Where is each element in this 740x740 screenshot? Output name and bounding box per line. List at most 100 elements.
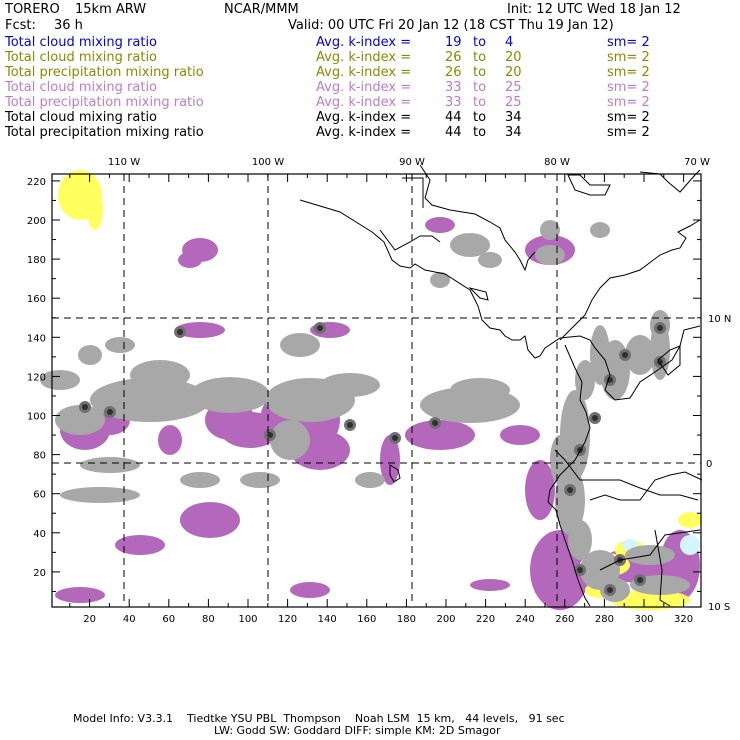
longitude-label: 100 W xyxy=(252,157,284,168)
legend-field: Total precipitation mixing ratio xyxy=(5,95,204,110)
legend-to-word: to xyxy=(473,110,487,125)
legend-to-word: to xyxy=(473,95,487,110)
weather-map: 20 40 60 80 100 120 140 160 180 200 220 240 260 280 30… xyxy=(27,157,731,625)
cloud-area-gray xyxy=(560,390,590,480)
y-tick-label: 120 xyxy=(27,372,46,383)
legend-to-word: to xyxy=(473,125,487,140)
legend-from: 44 xyxy=(445,110,462,125)
cloud-area-gray xyxy=(270,420,310,460)
legend-to: 20 xyxy=(505,50,522,65)
legend-avg-label: Avg. k-index = xyxy=(316,125,412,140)
legend-field: Total cloud mixing ratio xyxy=(5,80,158,95)
longitude-label: 70 W xyxy=(684,157,710,168)
y-tick-label: 60 xyxy=(33,490,46,501)
legend-to: 25 xyxy=(505,95,522,110)
legend-from: 26 xyxy=(445,65,462,80)
x-tick-label: 320 xyxy=(674,614,693,625)
x-tick-label: 220 xyxy=(476,614,495,625)
cloud-area-gray xyxy=(478,252,502,268)
cloud-core-center xyxy=(567,487,573,493)
map-line xyxy=(559,219,701,341)
y-tick-label: 100 xyxy=(27,412,46,423)
precip-area xyxy=(470,579,510,591)
cloud-area-gray xyxy=(105,337,135,353)
cloud-area-gray xyxy=(600,340,630,400)
x-tick-label: 20 xyxy=(83,614,96,625)
x-tick-label: 80 xyxy=(202,614,215,625)
y-tick-label: 20 xyxy=(33,568,46,579)
legend-sm: sm= 2 xyxy=(607,50,650,65)
y-tick-label: 220 xyxy=(27,177,46,188)
cloud-core-center xyxy=(392,435,398,441)
valid-time: Valid: 00 UTC Fri 20 Jan 12 (18 CST Thu … xyxy=(288,18,614,33)
map-line xyxy=(379,229,441,251)
x-tick-label: 180 xyxy=(397,614,416,625)
cloud-core-center xyxy=(107,409,113,415)
legend-sm: sm= 2 xyxy=(607,65,650,80)
cloud-area-gray xyxy=(80,457,140,473)
legend-to-word: to xyxy=(473,50,487,65)
cloud-area-gray xyxy=(535,245,565,265)
latitude-label: 10 N xyxy=(708,314,731,325)
precip-area xyxy=(55,587,105,603)
legend-from: 19 xyxy=(445,35,462,50)
model-name: TORERO xyxy=(5,2,60,17)
latitude-label: 10 S xyxy=(708,602,730,613)
x-tick-label: 280 xyxy=(595,614,614,625)
x-tick-label: 260 xyxy=(555,614,574,625)
legend-avg-label: Avg. k-index = xyxy=(316,110,412,125)
cloud-core-center xyxy=(82,404,88,410)
legend-avg-label: Avg. k-index = xyxy=(316,80,412,95)
legend-to: 20 xyxy=(505,65,522,80)
legend-from: 33 xyxy=(445,95,462,110)
legend-field: Total precipitation mixing ratio xyxy=(5,125,204,140)
map-line xyxy=(639,169,701,193)
cloud-core-center xyxy=(607,587,613,593)
cloud-area-gray xyxy=(280,333,320,357)
y-tick-label: 40 xyxy=(33,529,46,540)
cloud-area-gray xyxy=(180,472,220,488)
longitude-label: 90 W xyxy=(399,157,425,168)
legend-field: Total cloud mixing ratio xyxy=(5,35,158,50)
legend-to: 4 xyxy=(505,35,514,50)
cloud-area-gray xyxy=(60,487,140,503)
precip-area xyxy=(158,425,182,455)
x-tick-label: 300 xyxy=(634,614,653,625)
legend-to: 34 xyxy=(505,125,522,140)
precip-area xyxy=(178,252,202,268)
cloud-area-gray xyxy=(355,472,385,488)
precip-area xyxy=(290,582,330,598)
cloud-area-low xyxy=(87,190,103,230)
x-tick-label: 120 xyxy=(278,614,297,625)
map-line xyxy=(567,174,611,196)
forecast-hour: 36 h xyxy=(54,18,83,33)
map-line xyxy=(589,471,703,501)
x-tick-label: 160 xyxy=(357,614,376,625)
legend-sm: sm= 2 xyxy=(607,95,650,110)
cloud-area-low xyxy=(678,512,702,528)
legend-from: 33 xyxy=(445,80,462,95)
cloud-area-gray xyxy=(320,373,380,397)
cloud-area-gray xyxy=(130,360,190,390)
init-time: Init: 12 UTC Wed 18 Jan 12 xyxy=(507,2,681,17)
cloud-core-center xyxy=(622,352,628,358)
organization: NCAR/MMM xyxy=(224,2,299,17)
legend-sm: sm= 2 xyxy=(607,125,650,140)
longitude-label: 80 W xyxy=(544,157,570,168)
cloud-core-center xyxy=(347,422,353,428)
legend-avg-label: Avg. k-index = xyxy=(316,35,412,50)
cloud-core-center xyxy=(317,325,323,331)
precip-area xyxy=(500,425,540,445)
cloud-area-gray xyxy=(190,377,270,413)
map-line xyxy=(468,287,489,301)
forecast-label: Fcst: xyxy=(5,18,36,33)
longitude-label: 110 W xyxy=(108,157,140,168)
model-resolution: 15km ARW xyxy=(75,2,147,17)
legend-sm: sm= 2 xyxy=(607,80,650,95)
legend-avg-label: Avg. k-index = xyxy=(316,50,412,65)
x-tick-label: 200 xyxy=(436,614,455,625)
y-tick-label: 180 xyxy=(27,255,46,266)
legend-field: Total cloud mixing ratio xyxy=(5,50,158,65)
legend-from: 26 xyxy=(445,50,462,65)
cloud-core-center xyxy=(432,420,438,426)
